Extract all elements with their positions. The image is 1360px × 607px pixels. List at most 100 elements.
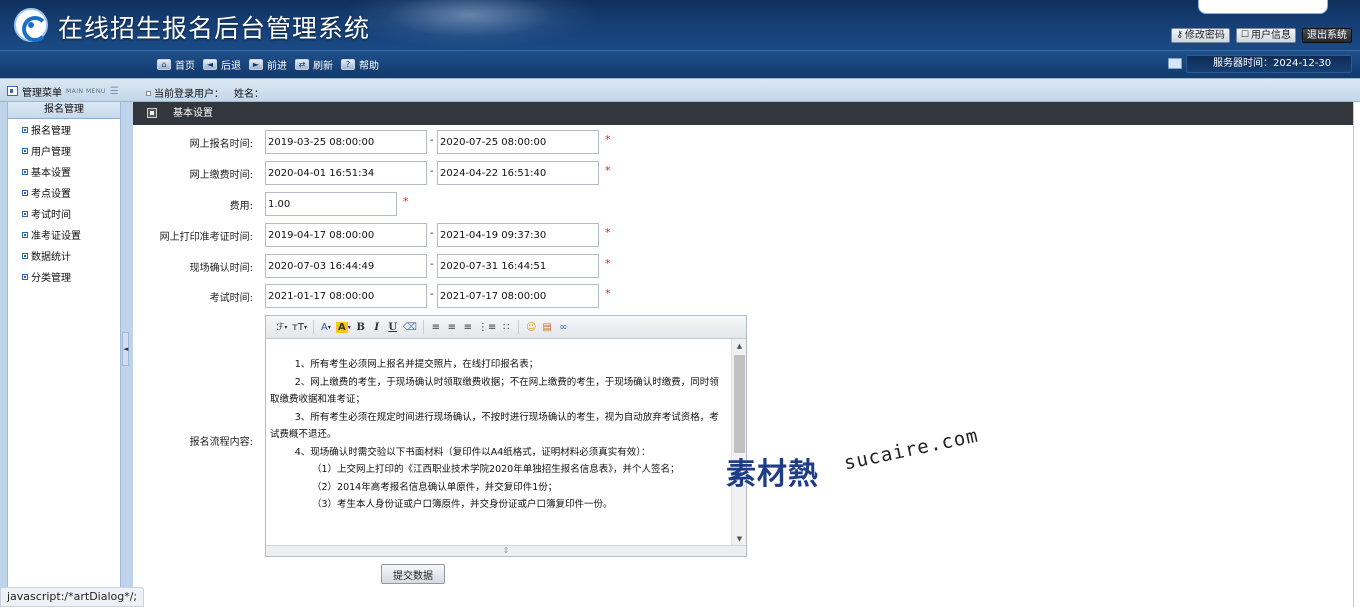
change-password-label: 修改密码: [1184, 30, 1225, 41]
user-info-button[interactable]: ☐ 用户信息: [1235, 28, 1296, 43]
nav-help-label: 帮助: [359, 61, 379, 72]
app-header: 在线招生报名后台管理系统 ⚷ 修改密码 ☐ 用户信息 退出系统: [0, 0, 1360, 50]
exam-start-input[interactable]: [265, 284, 427, 308]
editor-resize-handle[interactable]: ⇕: [266, 545, 746, 556]
underline-button[interactable]: U: [385, 319, 401, 335]
bullet-icon: [146, 91, 151, 96]
align-left-button[interactable]: ≡: [428, 319, 444, 335]
sidebar-item-label: 报名管理: [31, 126, 71, 137]
logo-icon: [14, 8, 48, 42]
current-user-label: 当前登录用户：: [154, 89, 224, 100]
link-button[interactable]: ∞: [555, 319, 571, 335]
scroll-thumb[interactable]: [734, 355, 745, 453]
font-family-button[interactable]: ℱ ▾: [274, 319, 290, 335]
required-marker: *: [605, 257, 611, 270]
nav-home[interactable]: ⌂ 首页: [157, 57, 195, 72]
submit-button[interactable]: 提交数据: [381, 564, 445, 584]
ordered-list-button[interactable]: ⋮≡: [476, 319, 498, 335]
flow-subitem: （2）2014年高考报名信息确认单原件，并交复印件1份；: [312, 481, 558, 493]
flow-paragraph: 3、所有考生必须在规定时间进行现场确认，不按时进行现场确认的考生，视为自动放弃考…: [270, 411, 719, 441]
font-color-button[interactable]: A ▾: [318, 319, 334, 335]
range-dash: -: [430, 259, 434, 270]
unordered-list-button[interactable]: ∷: [498, 319, 514, 335]
sidebar-item-registration[interactable]: 报名管理: [8, 119, 120, 140]
nav-bar: ⌂ 首页 ◄ 后退 ► 前进 ⇄ 刷新 ? 帮助 服务器时间：2024-12-3…: [0, 50, 1360, 78]
required-marker: *: [605, 287, 611, 300]
bold-button[interactable]: B: [353, 319, 369, 335]
sidebar-item-label: 分类管理: [31, 273, 71, 284]
refresh-icon: ⇄: [295, 59, 309, 70]
font-family-icon: ℱ: [276, 321, 285, 333]
onsite-end-input[interactable]: [437, 254, 599, 278]
range-dash: -: [430, 289, 434, 300]
font-size-button[interactable]: тT ▾: [290, 319, 309, 335]
nav-forward[interactable]: ► 前进: [249, 57, 287, 72]
editor-scrollbar[interactable]: ▲ ▼: [731, 339, 746, 546]
menu-title-label: 管理菜单: [22, 87, 62, 99]
payment-end-input[interactable]: [437, 161, 599, 185]
section-icon: [147, 108, 157, 118]
form-row-ticket-print: 网上打印准考证时间: - *: [133, 223, 1033, 247]
required-marker: *: [605, 133, 611, 146]
sidebar-collapse-handle[interactable]: ◄: [122, 332, 129, 366]
fee-input[interactable]: [265, 192, 397, 216]
sidebar-item-statistics[interactable]: 数据统计: [8, 245, 120, 266]
sidebar-item-exam-time[interactable]: 考试时间: [8, 203, 120, 224]
align-center-icon: ≡: [447, 321, 457, 333]
sidebar-item-users[interactable]: 用户管理: [8, 140, 120, 161]
eraser-button[interactable]: ⌫: [401, 319, 419, 335]
align-right-icon: ≡: [463, 321, 473, 333]
nav-home-label: 首页: [175, 61, 195, 72]
smiley-icon: ☺: [526, 321, 537, 333]
registration-start-input[interactable]: [265, 130, 427, 154]
field-label: 网上缴费时间:: [189, 170, 253, 181]
logout-button[interactable]: 退出系统: [1302, 28, 1352, 43]
sidebar-item-admission-ticket[interactable]: 准考证设置: [8, 224, 120, 245]
change-password-button[interactable]: ⚷ 修改密码: [1171, 28, 1230, 43]
back-arrow-icon: ◄: [203, 59, 217, 70]
form-row-onsite-confirmation: 现场确认时间: - *: [133, 254, 1033, 278]
sidebar: 报名管理 报名管理 用户管理 基本设置 考点设置 考试时间 准考证设置 数据统计…: [7, 102, 121, 607]
key-icon: ⚷: [1176, 30, 1183, 40]
sidebar-item-exam-sites[interactable]: 考点设置: [8, 182, 120, 203]
menu-lines-icon[interactable]: ☰: [110, 86, 119, 97]
toolbar-separator: [518, 320, 520, 334]
sidebar-header[interactable]: 报名管理: [8, 102, 120, 119]
sidebar-item-categories[interactable]: 分类管理: [8, 266, 120, 287]
nav-refresh[interactable]: ⇄ 刷新: [295, 57, 333, 72]
highlight-button[interactable]: A ▾: [334, 319, 353, 335]
nav-items: ⌂ 首页 ◄ 后退 ► 前进 ⇄ 刷新 ? 帮助: [157, 57, 383, 72]
header-decoration: [340, 0, 600, 50]
editor-content[interactable]: 1、所有考生必须网上报名并提交照片，在线打印报名表； 2、网上缴费的考生，于现场…: [266, 339, 732, 546]
onsite-start-input[interactable]: [265, 254, 427, 278]
ticket-print-end-input[interactable]: [437, 223, 599, 247]
sidebar-container: 报名管理 报名管理 用户管理 基本设置 考点设置 考试时间 准考证设置 数据统计…: [0, 102, 133, 607]
payment-start-input[interactable]: [265, 161, 427, 185]
bullet-icon: [22, 210, 28, 217]
home-icon: ⌂: [157, 59, 171, 70]
top-badge: [1198, 0, 1328, 14]
ticket-print-start-input[interactable]: [265, 223, 427, 247]
scroll-up-icon[interactable]: ▲: [732, 339, 747, 353]
section-title: 基本设置: [173, 108, 213, 119]
top-links: ⚷ 修改密码 ☐ 用户信息 退出系统: [1171, 28, 1352, 43]
bullet-icon: [22, 189, 28, 196]
italic-button[interactable]: I: [369, 319, 385, 335]
exam-end-input[interactable]: [437, 284, 599, 308]
field-label: 报名流程内容:: [189, 437, 253, 448]
nav-back[interactable]: ◄ 后退: [203, 57, 241, 72]
font-size-icon: тT: [292, 321, 304, 333]
sidebar-item-basic-settings[interactable]: 基本设置: [8, 161, 120, 182]
forward-arrow-icon: ►: [249, 59, 263, 70]
nav-back-label: 后退: [221, 61, 241, 72]
image-button[interactable]: ▤: [539, 319, 555, 335]
bullet-icon: [22, 168, 28, 175]
scroll-down-icon[interactable]: ▼: [732, 532, 747, 546]
nav-help[interactable]: ? 帮助: [341, 57, 379, 72]
form-row-online-registration: 网上报名时间: - *: [133, 130, 1033, 154]
emoticon-button[interactable]: ☺: [523, 319, 539, 335]
registration-end-input[interactable]: [437, 130, 599, 154]
rich-text-editor: ℱ ▾ тT ▾ A ▾ A ▾ B I U ⌫ ≡ ≡ ≡ ⋮≡ ∷ ☺ ▤ ∞ 1、…: [265, 315, 747, 557]
align-center-button[interactable]: ≡: [444, 319, 460, 335]
align-right-button[interactable]: ≡: [460, 319, 476, 335]
